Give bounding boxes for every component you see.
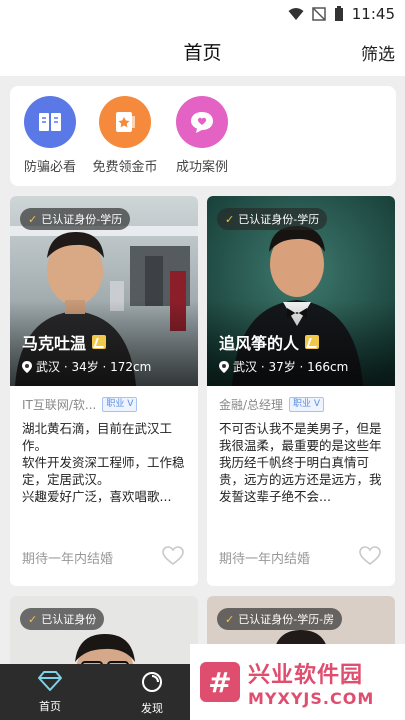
check-icon: ✓ <box>28 612 38 626</box>
discover-icon <box>142 672 162 692</box>
verify-badge: ✓ 已认证身份 <box>20 608 105 630</box>
vip-icon <box>305 335 320 349</box>
profile-photo: ✓ 已认证身份-学历 马克吐温 武汉 · 34岁 · 172cm <box>10 196 198 386</box>
quick-nav-success-stories[interactable]: 成功案例 <box>162 96 242 175</box>
verify-text: 已认证身份 <box>41 613 97 626</box>
marriage-expectation: 期待一年内结婚 <box>219 552 311 567</box>
diamond-icon <box>38 671 62 691</box>
check-icon: ✓ <box>225 212 235 226</box>
profile-name: 追风筝的人 <box>219 334 300 353</box>
profile-photo: ✓ 已认证身份-学历 追风筝的人 武汉 · 37岁 · 166cm <box>207 196 395 386</box>
job-text: IT互联网/软... <box>22 398 97 412</box>
location-icon <box>219 360 229 373</box>
like-heart-icon[interactable] <box>359 546 381 566</box>
quick-nav-free-coins[interactable]: 免费领金币 <box>85 96 165 175</box>
tab-label: 首页 <box>39 700 61 713</box>
verify-badge: ✓ 已认证身份-学历 <box>217 208 328 230</box>
intro-line: 不可否认我不是美男子，但是我很温柔，最重要的是这些年我历经千帆终于明白真情可贵，… <box>219 421 382 504</box>
intro-line: 软件开发资深工程师，工作稳定，定居武汉。 <box>22 455 185 487</box>
watermark-text: 兴业软件园 MYXYJS.COM <box>248 657 374 708</box>
tab-label: 发现 <box>141 702 163 715</box>
tab-home[interactable]: 首页 <box>20 670 80 714</box>
profile-name-row: 追风筝的人 <box>219 330 320 354</box>
job-row: IT互联网/软... 职业 V <box>22 396 138 413</box>
profile-info: 武汉 · 34岁 · 172cm <box>36 360 152 374</box>
profile-intro: 不可否认我不是美男子，但是我很温柔，最重要的是这些年我历经千帆终于明白真情可贵，… <box>219 420 385 505</box>
watermark-title: 兴业软件园 <box>248 662 364 688</box>
page-title: 首页 <box>183 42 222 64</box>
status-bar: 11:45 <box>0 0 405 28</box>
top-header: 首页 筛选 <box>0 28 405 76</box>
watermark-subtitle: MYXYJS.COM <box>248 688 375 708</box>
verify-badge: ✓ 已认证身份-学历 <box>20 208 131 230</box>
filter-button[interactable]: 筛选 <box>361 40 395 65</box>
job-verified-badge: 职业 V <box>102 397 138 412</box>
vip-icon <box>92 335 107 349</box>
profile-info: 武汉 · 37岁 · 166cm <box>233 360 349 374</box>
location-icon <box>22 360 32 373</box>
verify-text: 已认证身份-学历-房 <box>238 613 335 626</box>
profile-intro: 湖北黄石滴，目前在武汉工作。 软件开发资深工程师，工作稳定，定居武汉。 兴趣爱好… <box>22 420 188 505</box>
intro-line: 湖北黄石滴，目前在武汉工作。 <box>22 421 173 453</box>
wifi-icon <box>288 8 304 20</box>
profile-card[interactable]: ✓ 已认证身份-学历 追风筝的人 武汉 · 37岁 · 166cm 金融/总经理… <box>207 196 395 586</box>
profile-info-row: 武汉 · 34岁 · 172cm <box>22 358 151 375</box>
profile-info-row: 武汉 · 37岁 · 166cm <box>219 358 348 375</box>
watermark-logo: # 兴业软件园 MYXYJS.COM <box>190 644 405 720</box>
quick-nav-label: 防骗必看 <box>23 160 76 175</box>
profile-card[interactable]: ✓ 已认证身份-学历 马克吐温 武汉 · 34岁 · 172cm IT互联网/软… <box>10 196 198 586</box>
quick-nav-label: 免费领金币 <box>92 160 158 175</box>
like-heart-icon[interactable] <box>162 546 184 566</box>
intro-line: 兴趣爱好广泛，喜欢唱歌... <box>22 489 172 504</box>
verify-text: 已认证身份-学历 <box>41 213 123 226</box>
heart-chat-icon <box>176 96 228 148</box>
check-icon: ✓ <box>28 212 38 226</box>
marriage-expectation: 期待一年内结婚 <box>22 552 114 567</box>
verify-badge: ✓ 已认证身份-学历-房 <box>217 608 343 630</box>
battery-icon <box>334 6 343 21</box>
job-row: 金融/总经理 职业 V <box>219 396 325 413</box>
check-icon: ✓ <box>225 612 235 626</box>
profile-name: 马克吐温 <box>22 334 87 353</box>
verify-text: 已认证身份-学历 <box>238 213 320 226</box>
quick-nav-label: 成功案例 <box>175 160 228 175</box>
tab-discover[interactable]: 发现 <box>122 670 182 716</box>
hash-logo-icon: # <box>200 662 240 702</box>
job-text: 金融/总经理 <box>219 398 284 412</box>
job-verified-badge: 职业 V <box>289 397 325 412</box>
book-icon <box>24 96 76 148</box>
no-signal-icon <box>312 7 326 21</box>
quick-nav-anti-fraud[interactable]: 防骗必看 <box>10 96 90 175</box>
profile-name-row: 马克吐温 <box>22 330 107 354</box>
quick-nav-panel: 防骗必看 免费领金币 成功案例 <box>10 86 396 186</box>
gift-icon <box>99 96 151 148</box>
status-time: 11:45 <box>351 5 395 23</box>
